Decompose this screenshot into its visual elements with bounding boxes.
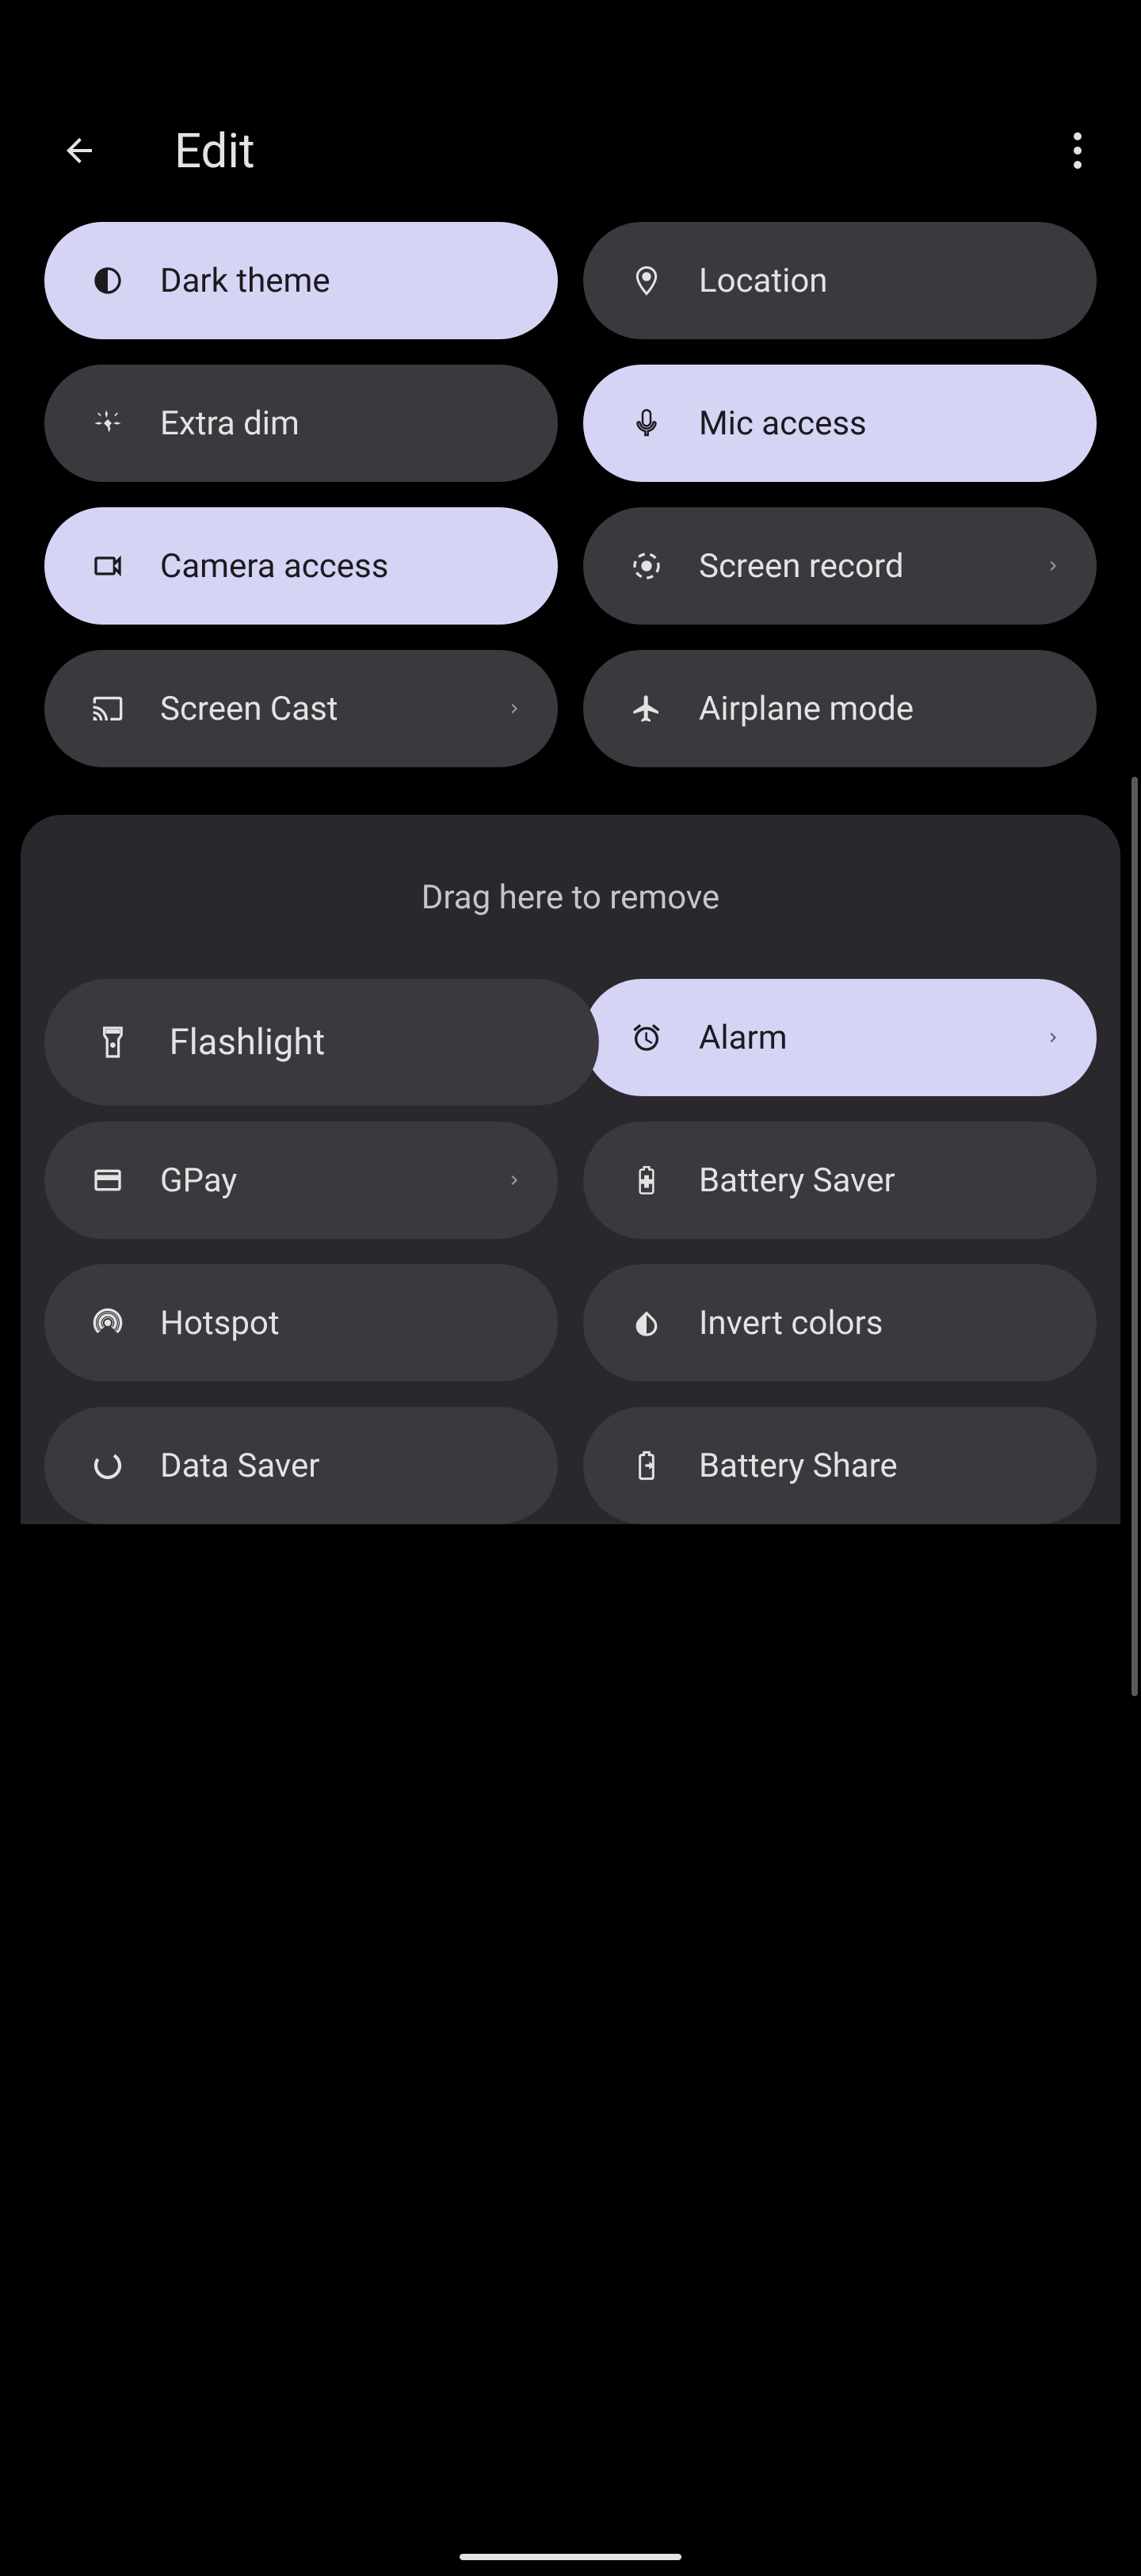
tile-label: Dark theme — [160, 262, 330, 300]
tile-camera-access[interactable]: Camera access — [44, 507, 558, 625]
extra-dim-icon — [89, 404, 127, 442]
tile-airplane-mode[interactable]: Airplane mode — [583, 650, 1097, 767]
chevron-right-icon — [502, 1168, 526, 1192]
tile-label: Battery Saver — [699, 1161, 895, 1200]
tile-label: Camera access — [160, 547, 388, 586]
tile-screen-record[interactable]: Screen record — [583, 507, 1097, 625]
tile-flashlight[interactable]: Flashlight — [44, 979, 599, 1106]
tile-mic-access[interactable]: Mic access — [583, 365, 1097, 482]
mic-icon — [628, 404, 666, 442]
chevron-right-icon — [502, 697, 526, 720]
header: Edit — [0, 103, 1141, 198]
tile-dark-theme[interactable]: Dark theme — [44, 222, 558, 339]
tile-extra-dim[interactable]: Extra dim — [44, 365, 558, 482]
inactive-tiles-grid: Flashlight Alarm GPay Battery Save — [21, 979, 1120, 1524]
tile-data-saver[interactable]: Data Saver — [44, 1407, 558, 1524]
tile-battery-share[interactable]: Battery Share — [583, 1407, 1097, 1524]
tile-alarm[interactable]: Alarm — [583, 979, 1097, 1096]
more-options-button[interactable] — [1054, 127, 1101, 174]
tile-label: Flashlight — [170, 1021, 326, 1063]
tile-label: Invert colors — [699, 1304, 883, 1343]
tile-label: Extra dim — [160, 404, 300, 443]
card-icon — [89, 1161, 127, 1199]
camera-icon — [89, 547, 127, 585]
tile-label: Screen Cast — [160, 690, 338, 728]
tile-label: GPay — [160, 1161, 237, 1200]
tile-label: Airplane mode — [699, 690, 914, 728]
chevron-right-icon — [1041, 1026, 1065, 1049]
battery-share-icon — [628, 1447, 666, 1485]
active-tiles-grid: Dark theme Location Extra dim Mic access… — [0, 198, 1141, 767]
flashlight-icon — [92, 1022, 133, 1063]
scroll-indicator[interactable] — [1131, 777, 1138, 1696]
dark-theme-icon — [89, 262, 127, 300]
arrow-back-icon — [60, 132, 98, 170]
location-icon — [628, 262, 666, 300]
more-vert-icon — [1073, 132, 1082, 170]
tile-label: Hotspot — [160, 1304, 280, 1343]
tile-label: Data Saver — [160, 1447, 319, 1485]
tile-hotspot[interactable]: Hotspot — [44, 1264, 558, 1382]
chevron-right-icon — [1041, 554, 1065, 578]
battery-saver-icon — [628, 1161, 666, 1199]
hotspot-icon — [89, 1304, 127, 1342]
alarm-icon — [628, 1019, 666, 1057]
tile-label: Location — [699, 262, 828, 300]
tile-location[interactable]: Location — [583, 222, 1097, 339]
tile-screen-cast[interactable]: Screen Cast — [44, 650, 558, 767]
remove-label: Drag here to remove — [21, 878, 1120, 917]
cast-icon — [89, 690, 127, 728]
airplane-icon — [628, 690, 666, 728]
data-saver-icon — [89, 1447, 127, 1485]
back-button[interactable] — [55, 127, 103, 174]
tile-invert-colors[interactable]: Invert colors — [583, 1264, 1097, 1382]
remove-section: Drag here to remove Flashlight Alarm GPa… — [21, 815, 1120, 1524]
invert-colors-icon — [628, 1304, 666, 1342]
tile-gpay[interactable]: GPay — [44, 1122, 558, 1239]
nav-bar-handle[interactable] — [460, 2554, 681, 2560]
tile-label: Alarm — [699, 1019, 788, 1057]
tile-battery-saver[interactable]: Battery Saver — [583, 1122, 1097, 1239]
page-title: Edit — [174, 123, 255, 179]
screen-record-icon — [628, 547, 666, 585]
tile-label: Battery Share — [699, 1447, 898, 1485]
tile-label: Screen record — [699, 547, 904, 586]
tile-label: Mic access — [699, 404, 867, 443]
